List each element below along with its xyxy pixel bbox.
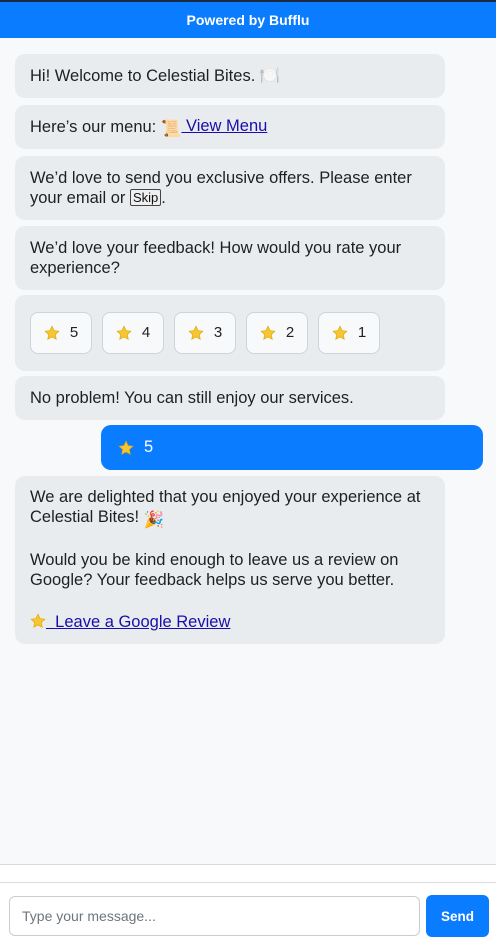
offers-text: We’d love to send you exclusive offers. … bbox=[30, 169, 412, 207]
bot-message-offers: We’d love to send you exclusive offers. … bbox=[15, 156, 445, 220]
bot-message-feedback: We’d love your feedback! How would you r… bbox=[15, 226, 445, 290]
bot-message-review-request: We are delighted that you enjoyed your e… bbox=[15, 476, 445, 644]
bot-message-welcome: Hi! Welcome to Celestial Bites. 🍽️ bbox=[15, 54, 445, 98]
message-composer: Send bbox=[0, 864, 496, 939]
offers-end: . bbox=[161, 189, 166, 207]
rate-1-label: 1 bbox=[357, 324, 367, 341]
rate-2-label: 2 bbox=[285, 324, 295, 341]
delighted-text: We are delighted that you enjoyed your e… bbox=[30, 488, 421, 526]
rate-3-button[interactable]: 3 bbox=[174, 312, 236, 354]
message-input[interactable] bbox=[9, 896, 420, 936]
star-icon bbox=[30, 613, 46, 628]
star-icon bbox=[260, 325, 276, 340]
star-icon bbox=[118, 439, 134, 455]
no-problem-text: No problem! You can still enjoy our serv… bbox=[30, 389, 354, 407]
rate-5-label: 5 bbox=[69, 324, 79, 341]
app-header: Powered by Bufflu bbox=[0, 0, 496, 38]
plate-icon: 🍽️ bbox=[259, 67, 281, 85]
google-review-link[interactable]: Leave a Google Review bbox=[30, 612, 230, 632]
view-menu-label: View Menu bbox=[186, 116, 268, 135]
delighted-paragraph: We are delighted that you enjoyed your e… bbox=[30, 487, 430, 530]
rate-1-button[interactable]: 1 bbox=[318, 312, 380, 354]
star-icon bbox=[332, 325, 348, 340]
rating-row: 5 4 3 2 1 bbox=[30, 312, 380, 354]
menu-text: Here’s our menu: bbox=[30, 118, 157, 136]
party-popper-icon: 🎉 bbox=[143, 511, 165, 529]
star-icon bbox=[188, 325, 204, 340]
rate-3-label: 3 bbox=[213, 324, 223, 341]
feedback-text: We’d love your feedback! How would you r… bbox=[30, 239, 402, 277]
rate-4-label: 4 bbox=[141, 324, 151, 341]
user-message-rating: 5 bbox=[101, 425, 483, 470]
view-menu-link[interactable]: 📜 View Menu bbox=[161, 116, 267, 139]
welcome-text: Hi! Welcome to Celestial Bites. bbox=[30, 67, 256, 85]
skip-button[interactable]: Skip bbox=[129, 189, 162, 206]
divider bbox=[0, 882, 496, 883]
rate-2-button[interactable]: 2 bbox=[246, 312, 308, 354]
rate-5-button[interactable]: 5 bbox=[30, 312, 92, 354]
star-icon bbox=[116, 325, 132, 340]
chat-area[interactable]: Hi! Welcome to Celestial Bites. 🍽️ Here’… bbox=[0, 38, 496, 864]
rate-4-button[interactable]: 4 bbox=[102, 312, 164, 354]
user-rating-value: 5 bbox=[144, 438, 154, 456]
bot-message-menu: Here’s our menu: 📜 View Menu bbox=[15, 105, 445, 149]
rating-options-panel: 5 4 3 2 1 bbox=[15, 295, 445, 371]
scroll-icon: 📜 bbox=[160, 119, 182, 138]
header-title: Powered by Bufflu bbox=[186, 12, 310, 28]
send-button[interactable]: Send bbox=[426, 895, 489, 937]
review-request-text: Would you be kind enough to leave us a r… bbox=[30, 551, 399, 589]
star-icon bbox=[44, 325, 60, 340]
bot-message-no-problem: No problem! You can still enjoy our serv… bbox=[15, 376, 445, 420]
google-review-label: Leave a Google Review bbox=[55, 613, 231, 631]
